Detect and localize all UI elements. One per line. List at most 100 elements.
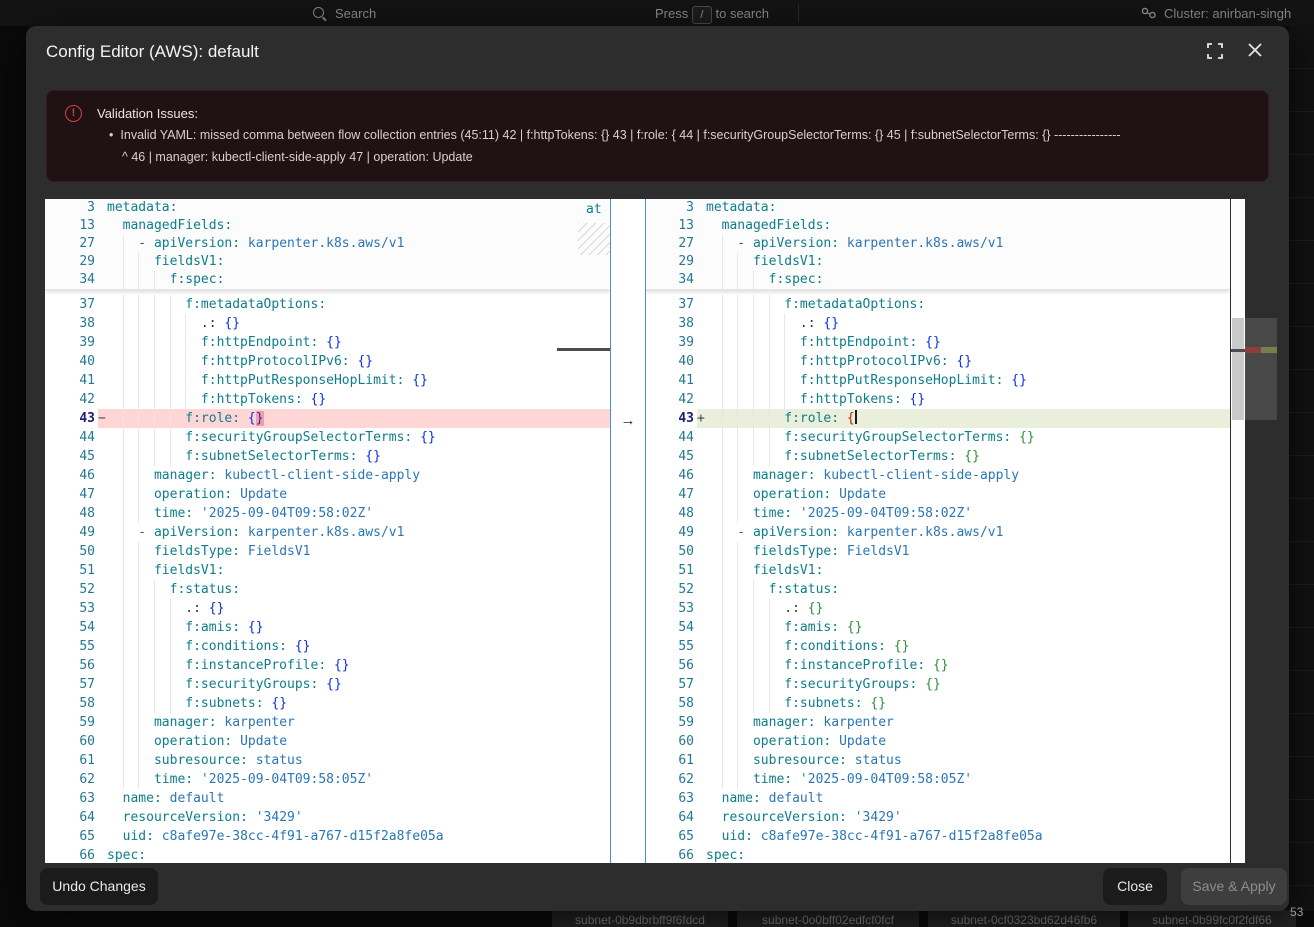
code-line-58: 58 f:subnets: {} — [45, 694, 610, 713]
code-line-50: 50 fieldsType: FieldsV1 — [45, 542, 610, 561]
code-line-61: 61 subresource: status — [45, 751, 610, 770]
code-line-13: 13 managedFields: — [644, 217, 1230, 235]
bullet: • — [109, 128, 113, 142]
code-line-42: 42 f:httpTokens: {} — [644, 390, 1230, 409]
overview-ruler — [1245, 199, 1277, 863]
code-line-34: 34 f:spec: — [45, 271, 610, 289]
search-shortcut-hint: Press / to search — [655, 6, 769, 24]
diff-sash[interactable]: → — [610, 199, 646, 863]
code-line-38: 38 .: {} — [45, 314, 610, 333]
subnet-text-overflow: 53 — [1290, 905, 1303, 919]
code-line-41: 41 f:httpPutResponseHopLimit: {} — [644, 371, 1230, 390]
modified-sticky-scroll: 3metadata:13 managedFields:27 - apiVersi… — [644, 199, 1230, 290]
code-line-49: 49 - apiVersion: karpenter.k8s.aws/v1 — [45, 523, 610, 542]
code-line-62: 62 time: '2025-09-04T09:58:05Z' — [644, 770, 1230, 789]
search-input[interactable]: Search — [335, 6, 376, 21]
code-line-40: 40 f:httpProtocolIPv6: {} — [45, 352, 610, 371]
code-line-43: 43+ f:role: { — [644, 409, 1230, 428]
code-line-66: 66spec: — [644, 846, 1230, 863]
code-line-39: 39 f:httpEndpoint: {} — [644, 333, 1230, 352]
validation-title: Validation Issues: — [97, 106, 198, 121]
text-cursor — [855, 410, 857, 424]
undo-changes-button[interactable]: Undo Changes — [40, 868, 158, 905]
code-line-45: 45 f:subnetSelectorTerms: {} — [644, 447, 1230, 466]
code-line-60: 60 operation: Update — [644, 732, 1230, 751]
code-line-44: 44 f:securityGroupSelectorTerms: {} — [644, 428, 1230, 447]
code-line-57: 57 f:securityGroups: {} — [45, 675, 610, 694]
code-line-66: 66spec: — [45, 846, 610, 863]
code-line-45: 45 f:subnetSelectorTerms: {} — [45, 447, 610, 466]
yaml-diff-editor: 37 f:metadataOptions:38 .: {}39 f:httpEn… — [45, 199, 1277, 863]
code-line-27: 27 - apiVersion: karpenter.k8s.aws/v1 — [644, 235, 1230, 253]
code-line-57: 57 f:securityGroups: {} — [644, 675, 1230, 694]
code-line-3: 3metadata: — [644, 199, 1230, 217]
code-line-56: 56 f:instanceProfile: {} — [45, 656, 610, 675]
collapsed-region-fragment: at — [586, 202, 602, 217]
code-line-13: 13 managedFields: — [45, 217, 610, 235]
code-line-41: 41 f:httpPutResponseHopLimit: {} — [45, 371, 610, 390]
code-line-47: 47 operation: Update — [644, 485, 1230, 504]
modified-code: 37 f:metadataOptions:38 .: {}39 f:httpEn… — [644, 289, 1230, 863]
code-line-53: 53 .: {} — [45, 599, 610, 618]
config-editor-modal: Config Editor (AWS): default ! Validatio… — [26, 26, 1289, 911]
code-line-55: 55 f:conditions: {} — [45, 637, 610, 656]
code-line-53: 53 .: {} — [644, 599, 1230, 618]
code-line-48: 48 time: '2025-09-04T09:58:02Z' — [644, 504, 1230, 523]
code-line-3: 3metadata: — [45, 199, 610, 217]
code-line-63: 63 name: default — [45, 789, 610, 808]
code-line-54: 54 f:amis: {} — [45, 618, 610, 637]
diff-original-pane[interactable]: 37 f:metadataOptions:38 .: {}39 f:httpEn… — [45, 199, 610, 863]
code-line-52: 52 f:status: — [45, 580, 610, 599]
vertical-scrollbar[interactable] — [1231, 199, 1245, 863]
overview-mark — [557, 348, 610, 351]
cluster-icon — [1140, 6, 1158, 20]
original-sticky-scroll: 3metadata:13 managedFields:27 - apiVersi… — [45, 199, 610, 290]
code-line-52: 52 f:status: — [644, 580, 1230, 599]
close-button[interactable]: Close — [1103, 868, 1167, 905]
code-line-49: 49 - apiVersion: karpenter.k8s.aws/v1 — [644, 523, 1230, 542]
code-line-42: 42 f:httpTokens: {} — [45, 390, 610, 409]
app-topbar: Search Press / to search Cluster: anirba… — [0, 0, 1314, 26]
modal-title: Config Editor (AWS): default — [46, 42, 259, 62]
code-line-60: 60 operation: Update — [45, 732, 610, 751]
code-line-61: 61 subresource: status — [644, 751, 1230, 770]
error-icon: ! — [65, 105, 82, 122]
fullscreen-icon[interactable] — [1206, 42, 1230, 66]
subnet-chip: subnet-0b9dbrbff9f6fdcd — [552, 910, 728, 927]
code-line-29: 29 fieldsV1: — [644, 253, 1230, 271]
code-line-51: 51 fieldsV1: — [644, 561, 1230, 580]
code-line-54: 54 f:amis: {} — [644, 618, 1230, 637]
scrollbar-slider[interactable] — [1232, 318, 1244, 420]
subnet-chip: subnet-0cf0323bd62d46fb6 — [928, 910, 1120, 927]
overview-slider[interactable] — [1245, 318, 1277, 420]
code-line-38: 38 .: {} — [644, 314, 1230, 333]
code-line-40: 40 f:httpProtocolIPv6: {} — [644, 352, 1230, 371]
code-line-50: 50 fieldsType: FieldsV1 — [644, 542, 1230, 561]
code-line-43: 43− f:role: {} — [45, 409, 610, 428]
save-apply-button-disabled[interactable]: Save & Apply — [1181, 868, 1287, 905]
validation-message-line2: ^ 46 | manager: kubectl-client-side-appl… — [122, 150, 473, 165]
code-line-55: 55 f:conditions: {} — [644, 637, 1230, 656]
code-line-65: 65 uid: c8afe97e-38cc-4f91-a767-d15f2a8f… — [644, 827, 1230, 846]
background-table — [1289, 26, 1314, 911]
code-line-34: 34 f:spec: — [644, 271, 1230, 289]
code-line-44: 44 f:securityGroupSelectorTerms: {} — [45, 428, 610, 447]
app-sidebar — [0, 0, 26, 927]
code-line-46: 46 manager: kubectl-client-side-apply — [644, 466, 1230, 485]
diff-modified-pane[interactable]: 37 f:metadataOptions:38 .: {}39 f:httpEn… — [644, 199, 1230, 863]
search-icon — [313, 7, 324, 18]
original-code: 37 f:metadataOptions:38 .: {}39 f:httpEn… — [45, 289, 610, 863]
code-line-29: 29 fieldsV1: — [45, 253, 610, 271]
validation-message-line1: •Invalid YAML: missed comma between flow… — [109, 128, 1259, 143]
topbar-divider — [798, 4, 799, 22]
close-icon[interactable] — [1246, 41, 1270, 65]
code-line-59: 59 manager: karpenter — [45, 713, 610, 732]
subnet-chip: subnet-0b99fc0f2fdf66 — [1128, 910, 1296, 927]
code-line-63: 63 name: default — [644, 789, 1230, 808]
cluster-chooser[interactable]: Cluster: anirban-singh — [1164, 6, 1314, 21]
code-line-39: 39 f:httpEndpoint: {} — [45, 333, 610, 352]
subnet-chip: subnet-0o0bff02edfcf0fcf — [737, 910, 919, 927]
revert-change-arrow-icon[interactable]: → — [611, 412, 645, 429]
code-line-37: 37 f:metadataOptions: — [45, 295, 610, 314]
overview-deleted-mark — [1245, 347, 1261, 353]
